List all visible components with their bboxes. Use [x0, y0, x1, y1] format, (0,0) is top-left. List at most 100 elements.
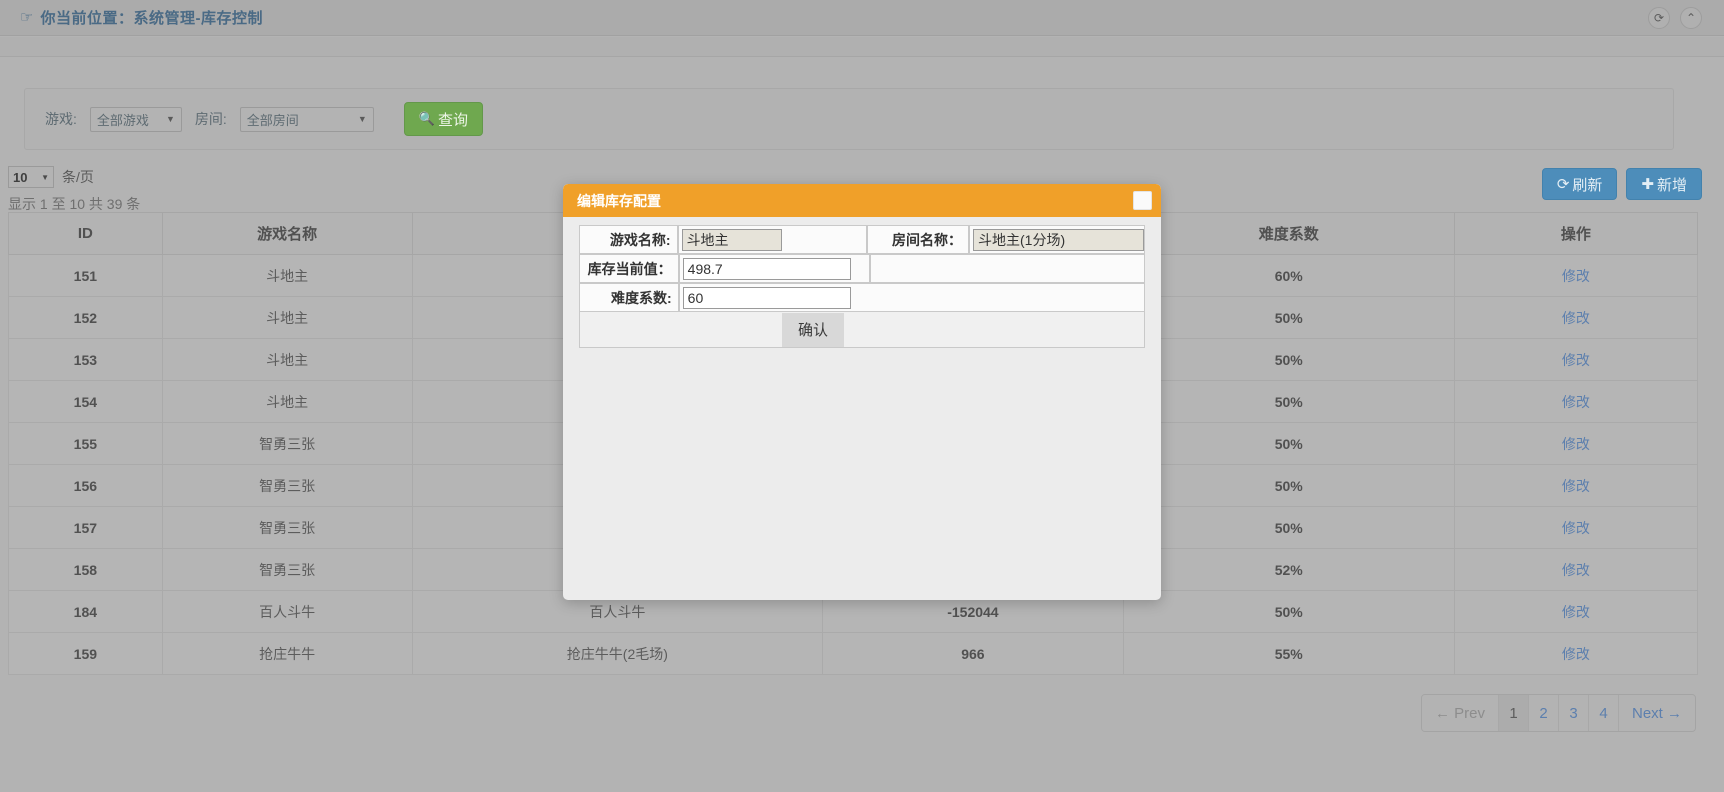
stock-value-input[interactable]: 498.7	[683, 258, 851, 280]
edit-row-link[interactable]: 修改	[1562, 436, 1590, 452]
row-cell-action: 修改	[1454, 591, 1697, 633]
row-cell-id: 159	[9, 633, 163, 675]
close-icon[interactable]	[1133, 191, 1152, 210]
modal-footer: 确认	[579, 312, 1145, 348]
pagination-next[interactable]: Next →	[1619, 695, 1695, 731]
row-cell-id: 157	[9, 507, 163, 549]
game-filter-value: 全部游戏	[97, 110, 149, 129]
per-page-control: 10 ▼ 条/页	[8, 166, 94, 188]
row-cell-stock: 966	[823, 633, 1124, 675]
row-cell-action: 修改	[1454, 255, 1697, 297]
game-name-field-cell: 斗地主	[678, 225, 867, 254]
refresh-button[interactable]: ⟳ 刷新	[1542, 168, 1618, 200]
pagination-page-4[interactable]: 4	[1589, 695, 1619, 731]
row-cell-difficulty: 50%	[1123, 339, 1454, 381]
column-header-difficulty[interactable]: 难度系数	[1123, 213, 1454, 255]
edit-row-link[interactable]: 修改	[1562, 394, 1590, 410]
edit-row-link[interactable]: 修改	[1562, 268, 1590, 284]
breadcrumb-text: 你当前位置：系统管理-库存控制	[40, 7, 263, 28]
row-cell-game: 智勇三张	[162, 549, 412, 591]
modal-header: 编辑库存配置	[563, 184, 1161, 217]
refresh-icon: ⟳	[1557, 175, 1570, 193]
header-divider	[0, 37, 1724, 57]
row-cell-game: 智勇三张	[162, 423, 412, 465]
filter-panel: 游戏: 全部游戏 ▼ 房间: 全部房间 ▼ 🔍 查询	[24, 88, 1674, 150]
column-header-game[interactable]: 游戏名称	[162, 213, 412, 255]
row-cell-difficulty: 60%	[1123, 255, 1454, 297]
per-page-unit: 条/页	[62, 167, 94, 187]
table-actions: ⟳ 刷新 ✚ 新增	[1542, 168, 1702, 200]
column-header-action[interactable]: 操作	[1454, 213, 1697, 255]
chevron-down-icon: ▼	[166, 114, 175, 124]
row-cell-id: 152	[9, 297, 163, 339]
game-name-input[interactable]: 斗地主	[682, 229, 782, 251]
row-cell-action: 修改	[1454, 297, 1697, 339]
row-cell-game: 斗地主	[162, 381, 412, 423]
stock-value-label: 库存当前值：	[579, 254, 679, 283]
row-cell-difficulty: 50%	[1123, 591, 1454, 633]
row-cell-difficulty: 50%	[1123, 297, 1454, 339]
row-cell-id: 156	[9, 465, 163, 507]
chevron-down-icon: ▼	[41, 173, 49, 182]
row-cell-action: 修改	[1454, 381, 1697, 423]
row-cell-difficulty: 55%	[1123, 633, 1454, 675]
per-page-select[interactable]: 10 ▼	[8, 166, 54, 188]
pagination-page-3[interactable]: 3	[1559, 695, 1589, 731]
row-cell-game: 斗地主	[162, 255, 412, 297]
row-cell-action: 修改	[1454, 549, 1697, 591]
row-cell-id: 153	[9, 339, 163, 381]
stock-field-cell: 498.7	[679, 254, 870, 283]
room-name-field-cell: 斗地主(1分场)	[969, 225, 1145, 254]
query-button-label: 查询	[438, 109, 468, 130]
table-row: 159抢庄牛牛抢庄牛牛(2毛场)96655%修改	[9, 633, 1698, 675]
row-cell-id: 155	[9, 423, 163, 465]
room-filter-value: 全部房间	[247, 110, 299, 129]
row-cell-difficulty: 50%	[1123, 381, 1454, 423]
edit-row-link[interactable]: 修改	[1562, 520, 1590, 536]
pagination-page-1[interactable]: 1	[1499, 695, 1529, 731]
difficulty-input[interactable]: 60	[683, 287, 851, 309]
add-button[interactable]: ✚ 新增	[1626, 168, 1702, 200]
room-name-input[interactable]: 斗地主(1分场)	[973, 229, 1144, 251]
edit-row-link[interactable]: 修改	[1562, 604, 1590, 620]
column-header-id[interactable]: ID	[9, 213, 163, 255]
refresh-button-label: 刷新	[1572, 174, 1602, 195]
per-page-value: 10	[13, 170, 27, 185]
room-filter-select[interactable]: 全部房间 ▼	[240, 107, 374, 132]
chevron-down-icon: ▼	[358, 114, 367, 124]
row-cell-game: 斗地主	[162, 339, 412, 381]
edit-row-link[interactable]: 修改	[1562, 352, 1590, 368]
game-name-label: 游戏名称:	[579, 225, 678, 254]
row-cell-game: 智勇三张	[162, 465, 412, 507]
breadcrumb: ☞ 你当前位置：系统管理-库存控制	[0, 7, 263, 28]
row-cell-game: 抢庄牛牛	[162, 633, 412, 675]
form-row-difficulty: 难度系数: 60	[579, 283, 1145, 312]
record-count-info: 显示 1 至 10 共 39 条	[8, 194, 140, 214]
add-button-label: 新增	[1657, 174, 1687, 195]
edit-row-link[interactable]: 修改	[1562, 310, 1590, 326]
page-root: ☞ 你当前位置：系统管理-库存控制 ⟳ ⌃ 游戏: 全部游戏 ▼ 房间: 全部房…	[0, 0, 1724, 792]
edit-row-link[interactable]: 修改	[1562, 478, 1590, 494]
row-cell-id: 154	[9, 381, 163, 423]
row-cell-game: 百人斗牛	[162, 591, 412, 633]
pagination-page-2[interactable]: 2	[1529, 695, 1559, 731]
row-cell-difficulty: 50%	[1123, 507, 1454, 549]
row-cell-action: 修改	[1454, 465, 1697, 507]
query-button[interactable]: 🔍 查询	[404, 102, 483, 136]
confirm-button[interactable]: 确认	[782, 313, 844, 347]
game-filter-select[interactable]: 全部游戏 ▼	[90, 107, 182, 132]
search-icon: 🔍	[419, 111, 435, 127]
breadcrumb-bar: ☞ 你当前位置：系统管理-库存控制 ⟳ ⌃	[0, 0, 1724, 36]
edit-row-link[interactable]: 修改	[1562, 562, 1590, 578]
chevron-up-icon[interactable]: ⌃	[1680, 7, 1702, 29]
plus-icon: ✚	[1641, 175, 1654, 193]
row-cell-action: 修改	[1454, 339, 1697, 381]
refresh-icon[interactable]: ⟳	[1648, 7, 1670, 29]
stock-row-spacer	[870, 254, 1145, 283]
edit-row-link[interactable]: 修改	[1562, 646, 1590, 662]
row-cell-difficulty: 50%	[1123, 423, 1454, 465]
row-cell-action: 修改	[1454, 507, 1697, 549]
difficulty-field-cell: 60	[679, 283, 1145, 312]
pagination-prev[interactable]: ← Prev	[1422, 695, 1499, 731]
hand-pointer-icon: ☞	[20, 10, 33, 25]
